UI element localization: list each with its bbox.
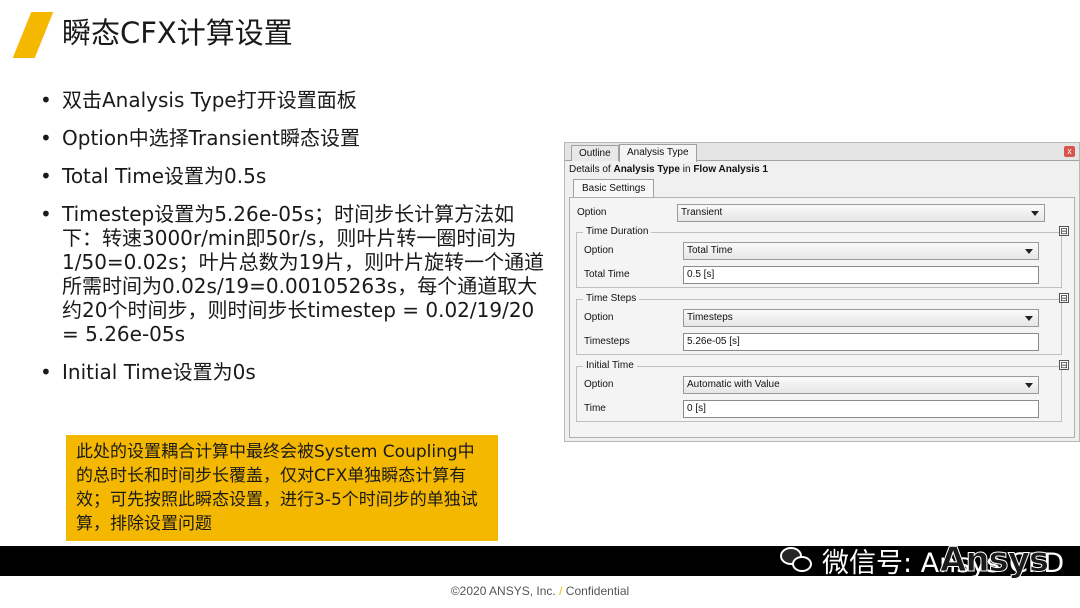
tab-basic-settings[interactable]: Basic Settings [573,179,655,197]
timesteps-input[interactable]: 5.26e-05 [s] [683,333,1039,351]
total-time-input[interactable]: 0.5 [s] [683,266,1039,284]
wechat-icon [780,545,814,575]
total-time-row: Total Time 0.5 [s] [584,266,1054,284]
group-title: Time Duration [583,225,652,239]
duration-option-row: Option Total Time [584,242,1054,260]
time-label: Time [584,403,606,414]
initial-option-value: Automatic with Value [687,379,780,390]
group-title: Time Steps [583,292,640,306]
ansys-logo: Ansys [939,540,1049,581]
steps-option-row: Option Timesteps [584,309,1054,327]
time-row: Time 0 [s] [584,400,1054,418]
copyright-text: ©2020 ANSYS, Inc. [450,584,556,598]
details-mid: in [679,164,694,175]
collapse-icon[interactable]: ⊟ [1059,226,1069,236]
collapse-icon[interactable]: ⊟ [1059,293,1069,303]
footer-slash: / [559,584,563,598]
chevron-down-icon [1025,316,1033,321]
option-value: Transient [681,207,723,218]
option-label: Option [577,207,607,218]
bullet-list: 双击Analysis Type打开设置面板 Option中选择Transient… [40,88,550,398]
steps-option-value: Timesteps [687,312,733,323]
collapse-icon[interactable]: ⊟ [1059,360,1069,370]
close-icon[interactable]: x [1064,146,1075,157]
time-input[interactable]: 0 [s] [683,400,1039,418]
group-initial-time: Initial Time ⊟ Option Automatic with Val… [576,359,1069,422]
title-accent-bar [12,12,54,58]
timesteps-row: Timesteps 5.26e-05 [s] [584,333,1054,351]
bullet-item: 双击Analysis Type打开设置面板 [40,88,550,112]
bullet-item: Timestep设置为5.26e-05s；时间步长计算方法如下：转速3000r/… [40,202,550,346]
duration-option-label: Option [584,245,614,256]
details-panel: Outline Analysis Type x Details of Analy… [564,142,1080,442]
chevron-down-icon [1031,211,1039,216]
group-title: Initial Time [583,359,637,373]
chevron-down-icon [1025,383,1033,388]
chevron-down-icon [1025,249,1033,254]
note-callout: 此处的设置耦合计算中最终会被System Coupling中的总时长和时间步长覆… [66,435,498,541]
details-target: Flow Analysis 1 [693,164,768,175]
tab-analysis-type[interactable]: Analysis Type [619,144,697,162]
panel-tabstrip: Outline Analysis Type x [565,143,1079,162]
bullet-item: Option中选择Transient瞬态设置 [40,126,550,150]
steps-option-dropdown[interactable]: Timesteps [683,309,1039,327]
details-prefix: Details of [569,164,614,175]
total-time-label: Total Time [584,269,630,280]
duration-option-dropdown[interactable]: Total Time [683,242,1039,260]
tab-outline[interactable]: Outline [571,145,619,161]
bullet-item: Initial Time设置为0s [40,360,550,384]
duration-option-value: Total Time [687,245,733,256]
initial-option-row: Option Automatic with Value [584,376,1054,394]
settings-area: Option Transient Time Duration ⊟ Option … [569,197,1075,438]
bullet-item: Total Time设置为0.5s [40,164,550,188]
timesteps-label: Timesteps [584,336,630,347]
option-dropdown[interactable]: Transient [677,204,1045,222]
footer: ©2020 ANSYS, Inc. / Confidential [0,584,1080,598]
group-time-duration: Time Duration ⊟ Option Total Time Total … [576,225,1069,288]
option-row: Option Transient [577,204,1047,222]
group-time-steps: Time Steps ⊟ Option Timesteps Timesteps … [576,292,1069,355]
steps-option-label: Option [584,312,614,323]
confidential-text: Confidential [565,584,630,598]
slide-title: 瞬态CFX计算设置 [62,16,293,50]
details-header: Details of Analysis Type in Flow Analysi… [569,163,768,176]
initial-option-label: Option [584,379,614,390]
details-object: Analysis Type [613,164,680,175]
initial-option-dropdown[interactable]: Automatic with Value [683,376,1039,394]
